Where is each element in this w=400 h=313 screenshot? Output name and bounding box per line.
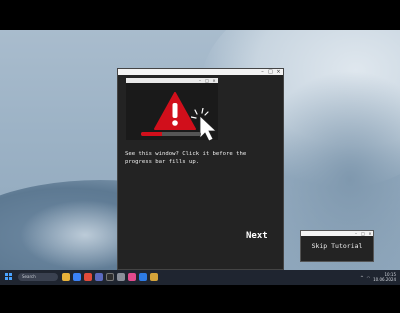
mail-icon[interactable] [95,273,103,281]
start-button[interactable] [5,273,13,281]
next-button[interactable]: Next [246,231,268,241]
minimize-button[interactable]: – [259,69,266,75]
system-tray: ^ ◠ 10:15 10.06.2024 [360,272,396,282]
window-titlebar[interactable]: – □ × [118,69,283,75]
maximize-button[interactable]: □ [267,69,274,75]
illustration-close-icon: × [212,78,216,83]
mouse-cursor-icon [191,108,218,142]
instruction-text: See this window? Click it before the pro… [125,151,247,165]
taskbar-app-icons [62,273,158,281]
terminal-icon[interactable] [106,273,114,281]
progress-bar [141,132,201,136]
skip-minimize-button[interactable]: – [353,231,359,236]
vscode-icon[interactable] [139,273,147,281]
illustration-titlebar: – □ × [126,78,218,83]
folder-icon[interactable] [150,273,158,281]
browser-icon[interactable] [84,273,92,281]
file-explorer-icon[interactable] [62,273,70,281]
skip-tutorial-button[interactable]: Skip Tutorial [301,242,373,250]
clock-date: 10.06.2024 [373,277,396,282]
letterbox-top [0,0,400,30]
clock[interactable]: 10:15 10.06.2024 [373,272,396,282]
chevron-up-icon[interactable]: ^ [360,275,363,280]
screen: – □ × – □ × See this window? Click it be… [0,0,400,313]
close-button[interactable]: × [275,69,282,75]
illustration-window: – □ × [126,78,218,142]
taskbar: Search ^ ◠ 10:15 10.06.2024 [0,270,400,285]
settings-icon[interactable] [117,273,125,281]
skip-close-button[interactable]: × [367,231,373,236]
taskbar-search-input[interactable]: Search [18,273,58,281]
warning-icon [154,92,196,130]
media-icon[interactable] [128,273,136,281]
skip-tutorial-window[interactable]: – □ × Skip Tutorial [300,230,374,262]
skip-maximize-button[interactable]: □ [360,231,366,236]
wifi-icon[interactable]: ◠ [367,275,371,280]
illustration-maximize-icon: □ [205,78,209,83]
tutorial-window[interactable]: – □ × – □ × See this window? Click it be… [117,68,284,270]
store-icon[interactable] [73,273,81,281]
skip-window-titlebar[interactable]: – □ × [301,231,373,236]
letterbox-bottom [0,285,400,313]
progress-bar-fill [141,132,162,136]
illustration-minimize-icon: – [199,78,201,83]
